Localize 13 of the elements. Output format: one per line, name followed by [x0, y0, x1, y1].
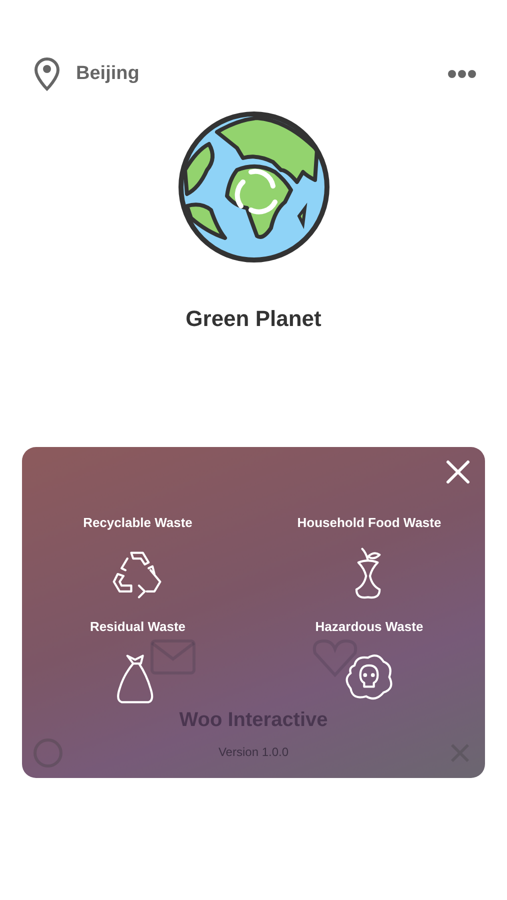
app-title: Green Planet	[186, 305, 322, 333]
more-icon[interactable]	[447, 69, 477, 79]
close-button[interactable]	[445, 459, 471, 485]
location-pin-icon	[34, 57, 60, 91]
version-label: Version 1.0.0	[218, 744, 289, 761]
category-label[interactable]: Household Food Waste	[297, 513, 442, 532]
globe-icon	[176, 110, 330, 264]
category-label[interactable]: Recyclable Waste	[83, 513, 192, 532]
heart-icon	[312, 639, 358, 677]
location-label[interactable]: Beijing	[76, 60, 140, 88]
category-label[interactable]: Hazardous Waste	[315, 616, 424, 636]
envelope-icon	[150, 639, 196, 675]
category-label[interactable]: Residual Waste	[90, 616, 186, 636]
